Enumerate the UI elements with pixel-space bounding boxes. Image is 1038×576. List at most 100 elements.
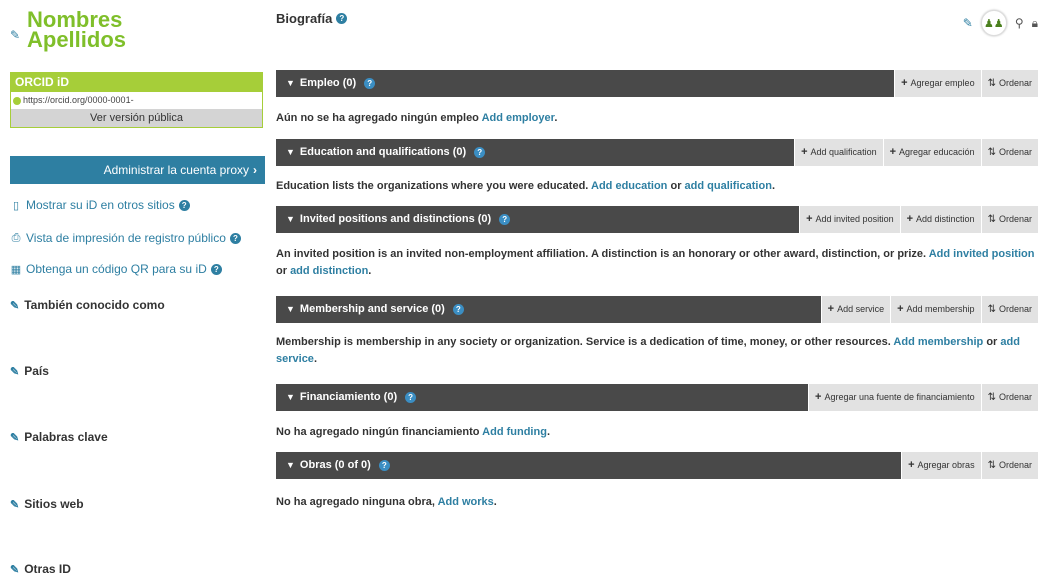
help-icon[interactable]: ? xyxy=(405,392,417,403)
chevron-down-icon: ▼ xyxy=(286,147,295,157)
add-employer-link[interactable]: Add employer xyxy=(482,112,555,124)
add-invited-position-link[interactable]: Add invited position xyxy=(929,248,1035,260)
chevron-down-icon: ▼ xyxy=(286,392,295,402)
pencil-icon[interactable]: ✎ xyxy=(10,563,19,576)
keywords-field[interactable]: ✎ Palabras clave xyxy=(10,430,108,444)
section-membership-toggle[interactable]: ▼ Membership and service (0) ? xyxy=(276,296,821,323)
add-distinction-button[interactable]: + Add distinction xyxy=(899,206,981,233)
visibility-trusted-icon[interactable]: ⚲ xyxy=(1015,16,1024,30)
pencil-icon[interactable]: ✎ xyxy=(10,498,19,511)
also-known-as-label: También conocido como xyxy=(24,298,165,312)
add-education-link[interactable]: Add education xyxy=(591,180,667,192)
orcid-url[interactable]: https://orcid.org/0000-0001- xyxy=(23,92,134,109)
section-title: Financiamiento (0) xyxy=(299,391,398,403)
pencil-icon[interactable]: ✎ xyxy=(10,365,19,378)
country-field[interactable]: ✎ País xyxy=(10,364,49,378)
section-funding-toggle[interactable]: ▼ Financiamiento (0) ? xyxy=(276,384,809,411)
sort-button[interactable]: ⇅ Ordenar xyxy=(980,384,1038,411)
help-icon[interactable]: ? xyxy=(474,147,486,158)
sort-button[interactable]: ⇅ Ordenar xyxy=(980,206,1038,233)
text-connector: or xyxy=(670,180,682,192)
button-label: Add qualification xyxy=(810,147,877,157)
help-icon[interactable]: ? xyxy=(378,460,390,471)
section-title: Obras (0 of 0) xyxy=(299,459,371,471)
plus-icon: + xyxy=(908,459,915,471)
button-label: Add distinction xyxy=(916,214,975,224)
section-membership-text: Membership is membership in any society … xyxy=(276,334,1038,368)
show-id-elsewhere-label: Mostrar su iD en otros sitios xyxy=(26,198,175,212)
text-connector: . xyxy=(554,112,558,124)
button-label: Ordenar xyxy=(998,147,1032,157)
qr-code-icon: ▦ xyxy=(10,263,22,276)
plus-icon: + xyxy=(897,303,904,315)
sort-button[interactable]: ⇅ Ordenar xyxy=(980,296,1038,323)
chevron-down-icon: ▼ xyxy=(286,78,295,88)
add-works-button[interactable]: + Agregar obras xyxy=(901,452,981,479)
section-works-toggle[interactable]: ▼ Obras (0 of 0) ? xyxy=(276,452,902,479)
edit-biography-icon[interactable]: ✎ xyxy=(963,16,973,30)
public-version-button[interactable]: Ver versión pública xyxy=(11,109,262,127)
also-known-as-field[interactable]: ✎ También conocido como xyxy=(10,298,165,312)
help-icon[interactable]: ? xyxy=(229,232,241,244)
add-membership-link[interactable]: Add membership xyxy=(893,336,983,348)
orcid-id-header: ORCID iD xyxy=(11,73,262,92)
add-funding-button[interactable]: + Agregar una fuente de financiamiento xyxy=(808,384,981,411)
sort-button[interactable]: ⇅ Ordenar xyxy=(980,452,1038,479)
add-service-button[interactable]: + Add service xyxy=(820,296,891,323)
section-education-toggle[interactable]: ▼ Education and qualifications (0) ? xyxy=(276,139,795,166)
button-label: Agregar empleo xyxy=(910,78,975,88)
visibility-everyone-icon[interactable]: ♟♟ xyxy=(980,10,1007,36)
manage-proxy-button[interactable]: Administrar la cuenta proxy › xyxy=(10,156,265,184)
websites-field[interactable]: ✎ Sitios web xyxy=(10,497,84,511)
chevron-right-icon: › xyxy=(253,163,257,177)
help-icon[interactable]: ? xyxy=(499,214,511,225)
add-distinction-link[interactable]: add distinction xyxy=(290,265,368,277)
help-icon[interactable]: ? xyxy=(178,199,190,211)
text-connector: . xyxy=(546,426,550,438)
section-description: Aún no se ha agregado ningún empleo xyxy=(276,112,479,124)
button-label: Add invited position xyxy=(815,214,894,224)
section-works-bar: ▼ Obras (0 of 0) ? + Agregar obras ⇅ Orden… xyxy=(276,452,1038,479)
show-id-elsewhere-link[interactable]: ▯ Mostrar su iD en otros sitios ? xyxy=(10,198,190,212)
button-label: Agregar educación xyxy=(899,147,975,157)
text-connector: . xyxy=(771,180,775,192)
text-connector: or xyxy=(276,265,287,277)
edit-name-icon[interactable]: ✎ xyxy=(10,28,20,42)
pencil-icon[interactable]: ✎ xyxy=(10,299,19,312)
sort-button[interactable]: ⇅ Ordenar xyxy=(980,139,1038,166)
section-invited-text: An invited position is an invited non-em… xyxy=(276,246,1038,280)
help-icon[interactable]: ? xyxy=(336,13,348,24)
section-invited-toggle[interactable]: ▼ Invited positions and distinctions (0)… xyxy=(276,206,800,233)
button-label: Add membership xyxy=(906,304,975,314)
add-qualification-button[interactable]: + Add qualification xyxy=(794,139,883,166)
plus-icon: + xyxy=(906,213,914,225)
add-invited-position-button[interactable]: + Add invited position xyxy=(799,206,900,233)
lock-icon[interactable]: 🔒︎ xyxy=(1032,16,1038,31)
biography-header: Biografía ? xyxy=(276,11,348,26)
add-works-link[interactable]: Add works xyxy=(438,496,494,508)
button-label: Agregar obras xyxy=(917,460,975,470)
button-label: Ordenar xyxy=(998,304,1032,314)
add-qualification-link[interactable]: add qualification xyxy=(685,180,772,192)
add-funding-link[interactable]: Add funding xyxy=(482,426,547,438)
text-connector: . xyxy=(493,496,497,508)
other-ids-field[interactable]: ✎ Otras ID xyxy=(10,562,71,576)
sort-icon: ⇅ xyxy=(987,214,996,225)
sort-button[interactable]: ⇅ Ordenar xyxy=(980,70,1038,97)
section-description: Education lists the organizations where … xyxy=(276,180,589,192)
help-icon[interactable]: ? xyxy=(452,304,464,315)
add-membership-button[interactable]: + Add membership xyxy=(890,296,981,323)
section-employment-toggle[interactable]: ▼ Empleo (0) ? xyxy=(276,70,895,97)
print-view-link[interactable]: ⎙ Vista de impresión de registro público… xyxy=(10,231,241,245)
chevron-down-icon: ▼ xyxy=(286,304,295,314)
plus-icon: + xyxy=(815,391,822,403)
pencil-icon[interactable]: ✎ xyxy=(10,431,19,444)
help-icon[interactable]: ? xyxy=(364,78,376,89)
sort-icon: ⇅ xyxy=(987,78,996,89)
chevron-down-icon: ▼ xyxy=(286,214,295,224)
button-label: Ordenar xyxy=(998,78,1032,88)
help-icon[interactable]: ? xyxy=(210,263,222,275)
add-employment-button[interactable]: + Agregar empleo xyxy=(894,70,981,97)
qr-code-link[interactable]: ▦ Obtenga un código QR para su iD ? xyxy=(10,262,222,276)
add-education-button[interactable]: + Agregar educación xyxy=(882,139,981,166)
